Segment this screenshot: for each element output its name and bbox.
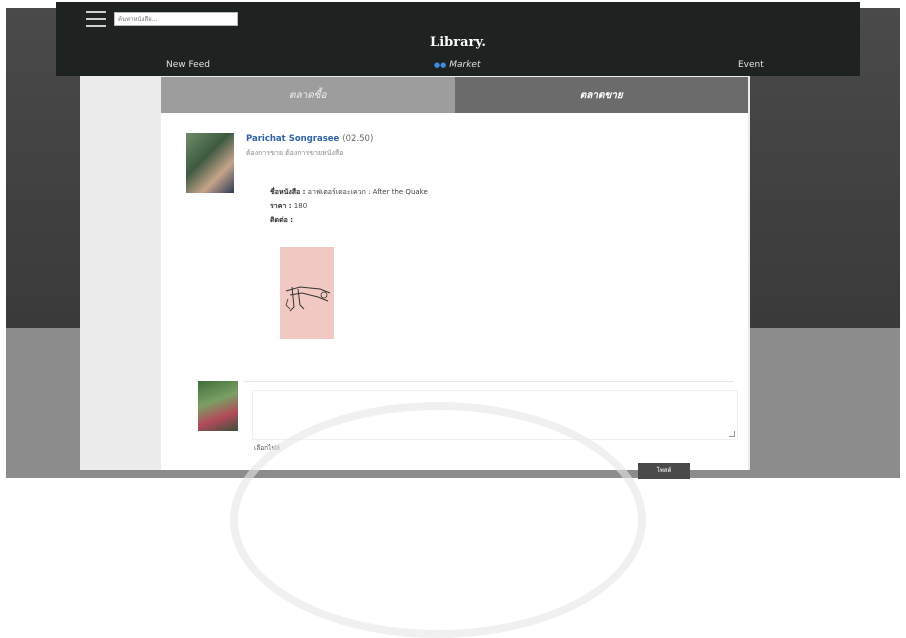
book-details: ชื่อหนังสือ : อาฟเตอร์เดอะเควก : After t…	[270, 185, 428, 227]
book-name-row: ชื่อหนังสือ : อาฟเตอร์เดอะเควก : After t…	[270, 185, 428, 199]
choose-file-button[interactable]: เลือกไฟล์	[254, 443, 280, 453]
post-comment-button[interactable]: โพสต์	[638, 463, 690, 479]
nav-event[interactable]: Event	[738, 60, 764, 70]
post-author[interactable]: Parichat Songrasee (02.50)	[246, 134, 373, 144]
post-time: (02.50)	[342, 134, 374, 144]
nav-new-feed[interactable]: New Feed	[166, 60, 210, 70]
post-author-name: Parichat Songrasee	[246, 134, 340, 144]
menu-icon[interactable]	[86, 11, 106, 27]
site-title: Library.	[430, 35, 486, 50]
price-row: ราคา : 180	[270, 199, 428, 213]
contact-label: ติดต่อ :	[270, 216, 294, 224]
avatar[interactable]	[186, 133, 234, 193]
resize-handle-icon[interactable]	[729, 431, 735, 437]
price-label: ราคา :	[270, 202, 292, 210]
comment-divider	[244, 381, 734, 382]
top-navbar: Library. New Feed ●●Market Event	[56, 2, 860, 76]
market-tabs: ตลาดซื้อ ตลาดขาย	[161, 77, 748, 113]
book-name-value: อาฟเตอร์เดอะเควก : After the Quake	[307, 188, 428, 196]
book-cover-image[interactable]	[280, 247, 334, 339]
contact-row: ติดต่อ :	[270, 213, 428, 227]
post-subtitle: ต้องการขาย ต้องการขายหนังสือ	[246, 149, 344, 157]
search-input[interactable]	[114, 12, 238, 26]
price-value: 180	[293, 202, 308, 210]
comment-input[interactable]	[252, 390, 738, 440]
tab-buy-market[interactable]: ตลาดซื้อ	[161, 77, 455, 113]
book-cover-sketch-icon	[285, 286, 331, 312]
nav-market[interactable]: ●● Market	[434, 60, 480, 70]
nav-market-label: Market	[449, 60, 481, 70]
commenter-avatar	[198, 381, 238, 431]
book-name-label: ชื่อหนังสือ :	[270, 188, 306, 196]
tab-sell-market[interactable]: ตลาดขาย	[454, 77, 748, 113]
active-indicator-icon: ●●	[434, 61, 447, 69]
